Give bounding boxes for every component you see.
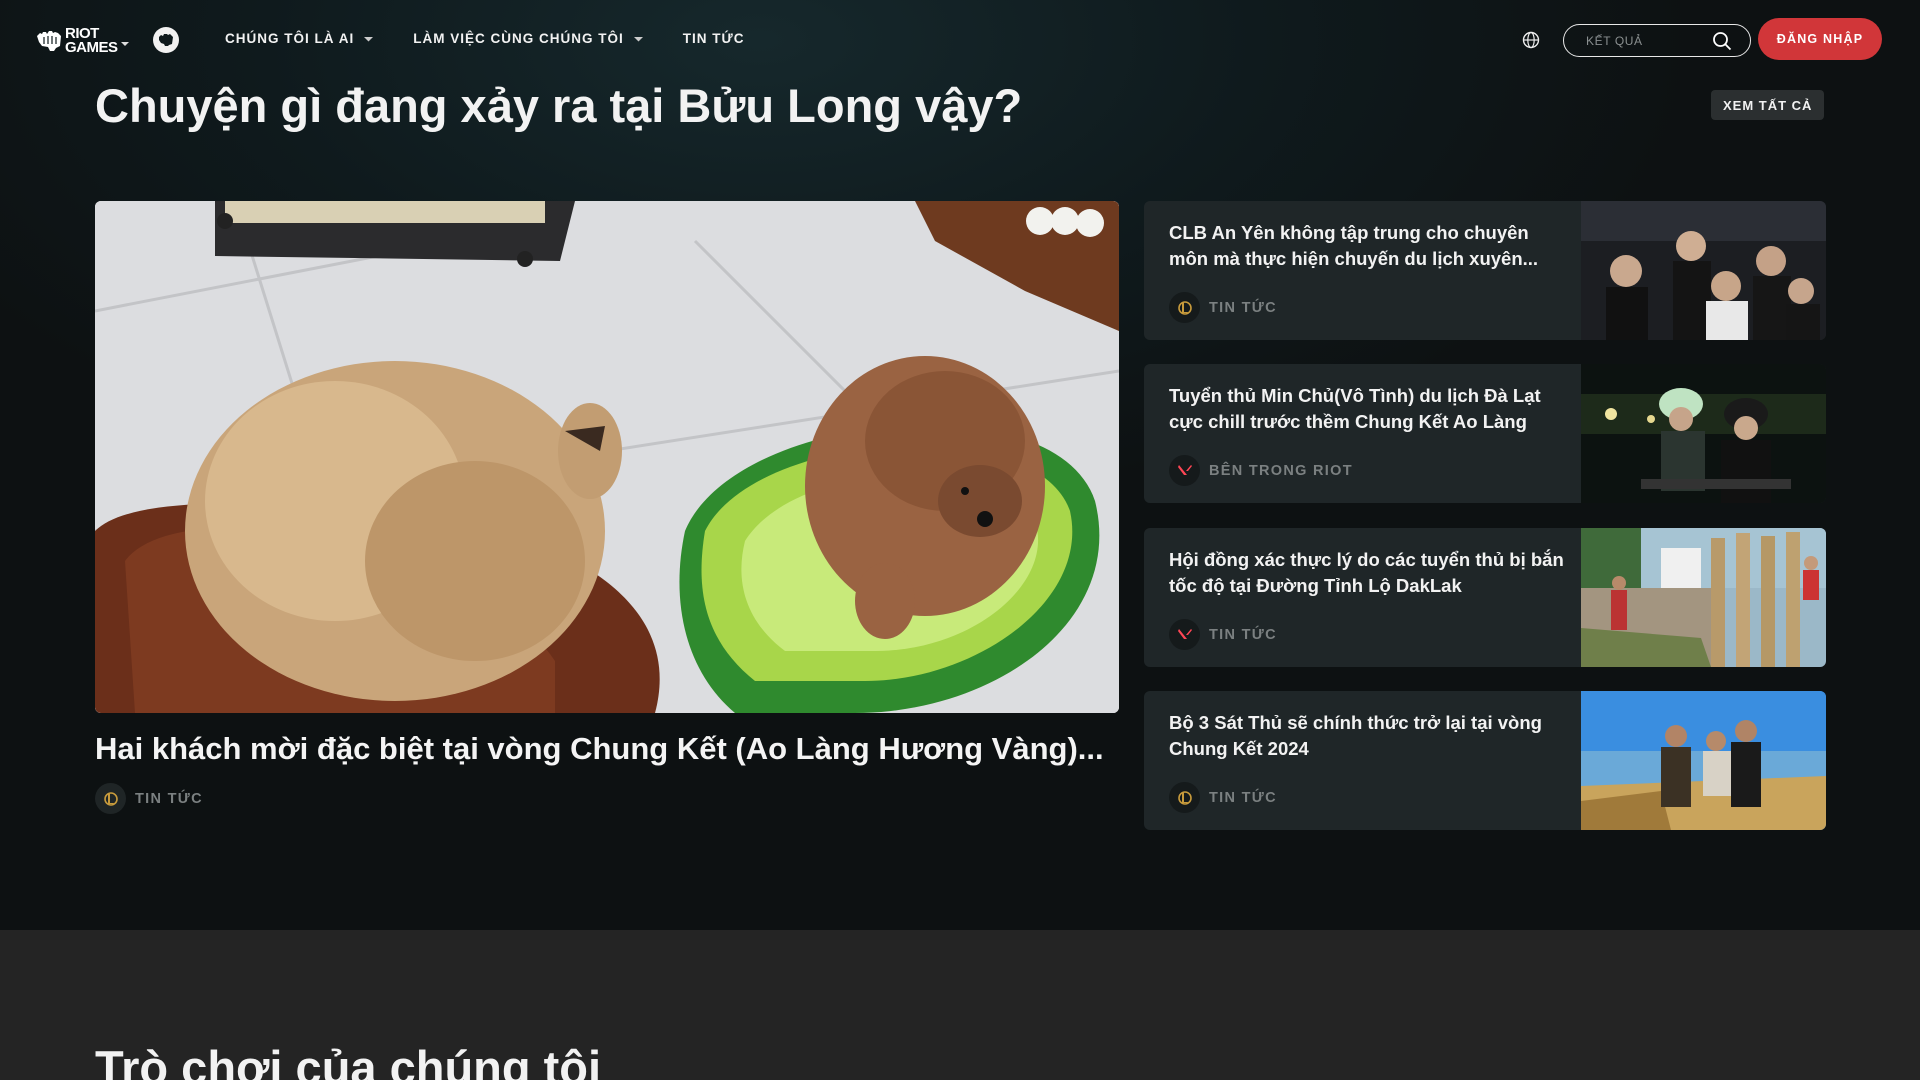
nav-link-label: CHÚNG TÔI LÀ AI <box>225 31 355 46</box>
category-label: BÊN TRONG RIOT <box>1209 462 1353 479</box>
featured-category: TIN TỨC <box>95 783 1119 814</box>
nav-link-label: TIN TỨC <box>682 31 745 46</box>
search-icon[interactable] <box>1712 31 1732 51</box>
riot-fist-icon <box>37 31 61 51</box>
search-input[interactable] <box>1586 33 1706 48</box>
news-card[interactable]: CLB An Yên không tập trung cho chuyên mô… <box>1144 201 1826 340</box>
nav-work-with-us[interactable]: LÀM VIỆC CÙNG CHÚNG TÔI <box>413 31 643 46</box>
featured-title: Hai khách mời đặc biệt tại vòng Chung Kế… <box>95 731 1104 766</box>
card-category: TIN TỨC <box>1169 292 1277 323</box>
top-nav: RIOT GAMES CHÚNG TÔI LÀ AI LÀM VIỆC CÙNG… <box>0 0 1920 80</box>
lol-icon <box>1169 782 1200 813</box>
card-category: TIN TỨC <box>1169 782 1277 813</box>
card-category: TIN TỨC <box>1169 619 1277 650</box>
card-thumbnail <box>1581 201 1826 340</box>
lol-icon <box>95 783 126 814</box>
nav-news[interactable]: TIN TỨC <box>683 31 745 46</box>
games-section: Trò chơi của chúng tôi <box>0 930 1920 1080</box>
card-thumbnail <box>1581 364 1826 503</box>
nav-link-label: LÀM VIỆC CÙNG CHÚNG TÔI <box>413 31 624 46</box>
riot-games-logo[interactable]: RIOT GAMES <box>36 25 129 56</box>
chevron-down-icon <box>120 42 129 46</box>
card-title: Hội đồng xác thực lý do các tuyển thủ bị… <box>1169 549 1564 596</box>
news-heading: Chuyện gì đang xảy ra tại Bửu Long vậy? <box>95 79 1023 132</box>
login-button[interactable]: ĐĂNG NHẬP <box>1758 18 1882 60</box>
featured-image <box>95 201 1119 713</box>
valorant-icon <box>1169 455 1200 486</box>
category-label: TIN TỨC <box>1209 626 1277 643</box>
card-title: Tuyển thủ Min Chủ(Vô Tình) du lịch Đà Lạ… <box>1169 385 1541 432</box>
news-card[interactable]: Tuyển thủ Min Chủ(Vô Tình) du lịch Đà Lạ… <box>1144 364 1826 503</box>
valorant-icon <box>1169 619 1200 650</box>
chevron-down-icon <box>633 36 643 41</box>
category-label: TIN TỨC <box>1209 299 1277 316</box>
card-title: CLB An Yên không tập trung cho chuyên mô… <box>1169 222 1539 269</box>
riot-fist-icon <box>159 34 173 46</box>
riot-client-icon[interactable] <box>153 27 179 53</box>
category-label: TIN TỨC <box>135 790 203 807</box>
card-thumbnail <box>1581 528 1826 667</box>
lol-icon <box>1169 292 1200 323</box>
category-label: TIN TỨC <box>1209 789 1277 806</box>
chevron-down-icon <box>364 36 374 41</box>
nav-who-we-are[interactable]: CHÚNG TÔI LÀ AI <box>225 31 374 46</box>
card-category: BÊN TRONG RIOT <box>1169 455 1353 486</box>
news-card[interactable]: Hội đồng xác thực lý do các tuyển thủ bị… <box>1144 528 1826 667</box>
news-card[interactable]: Bộ 3 Sát Thủ sẽ chính thức trở lại tại v… <box>1144 691 1826 830</box>
featured-article[interactable]: Hai khách mời đặc biệt tại vòng Chung Kế… <box>95 201 1119 814</box>
riot-wordmark: RIOT GAMES <box>65 25 118 56</box>
main-nav-links: CHÚNG TÔI LÀ AI LÀM VIỆC CÙNG CHÚNG TÔI … <box>225 31 784 46</box>
games-heading: Trò chơi của chúng tôi <box>95 1041 602 1080</box>
card-thumbnail <box>1581 691 1826 830</box>
search-field[interactable] <box>1563 24 1751 57</box>
see-all-button[interactable]: XEM TẤT CẢ <box>1711 90 1825 120</box>
globe-icon[interactable] <box>1522 31 1540 49</box>
card-title: Bộ 3 Sát Thủ sẽ chính thức trở lại tại v… <box>1169 712 1542 759</box>
